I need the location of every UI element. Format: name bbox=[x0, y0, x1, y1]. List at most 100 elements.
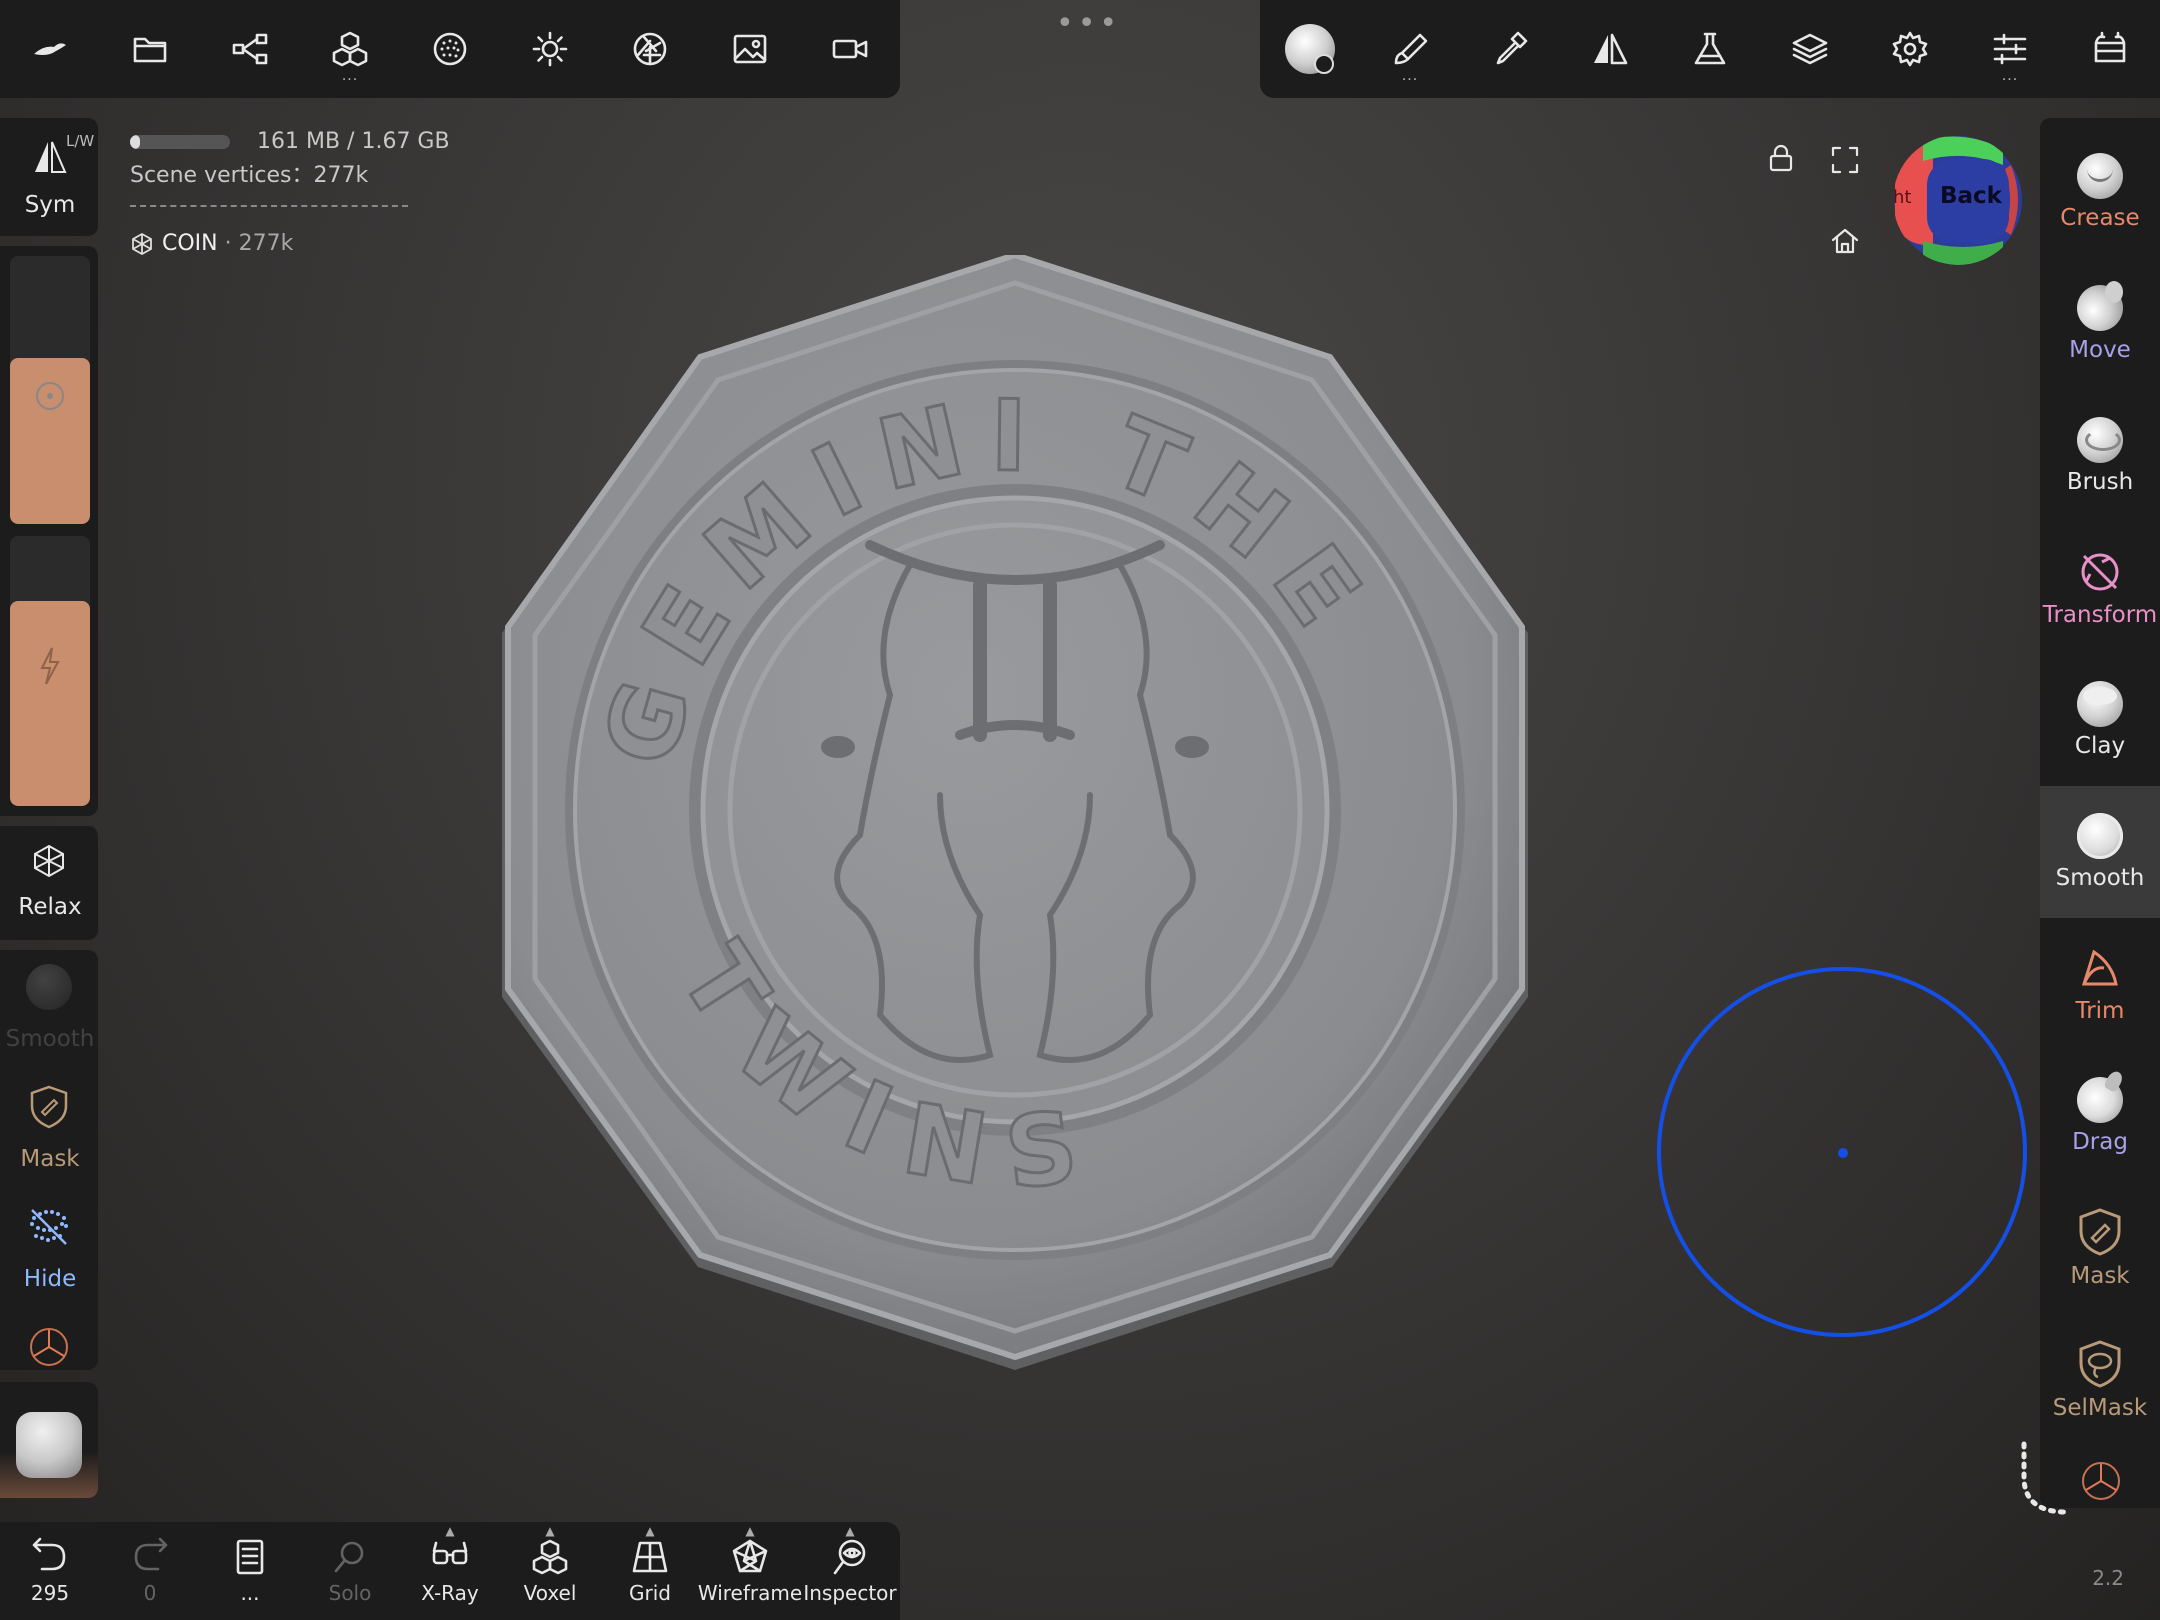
material-cube-icon bbox=[16, 1412, 82, 1478]
scene-graph-icon[interactable] bbox=[200, 0, 300, 98]
tool-mask[interactable]: Mask bbox=[2040, 1182, 2160, 1314]
image-icon[interactable] bbox=[700, 0, 800, 98]
lw-label: L/W bbox=[66, 132, 95, 150]
tool-drag[interactable]: Drag bbox=[2040, 1050, 2160, 1182]
camera-icon[interactable] bbox=[800, 0, 900, 98]
stroke-curve-icon[interactable] bbox=[2016, 1440, 2096, 1520]
layers-icon[interactable] bbox=[1760, 0, 1860, 98]
bottom-button-label: 0 bbox=[143, 1581, 157, 1605]
material-sphere-icon[interactable] bbox=[400, 0, 500, 98]
tool-crease[interactable]: Crease bbox=[2040, 126, 2160, 258]
quick-tools: Smooth Mask Hide bbox=[0, 950, 98, 1370]
bottom-button-voxel[interactable]: ▲ Voxel bbox=[500, 1522, 600, 1620]
undo-icon bbox=[30, 1537, 70, 1577]
relax-mesh-icon bbox=[34, 844, 64, 878]
tool-brush[interactable]: Brush bbox=[2040, 390, 2160, 522]
memory-text: 161 MB / 1.67 GB bbox=[257, 129, 450, 154]
tool-smooth[interactable]: Smooth bbox=[2040, 786, 2160, 918]
sliders-more: ... bbox=[2001, 68, 2019, 84]
mesh-icon bbox=[130, 232, 154, 256]
settings-icon[interactable] bbox=[1860, 0, 1960, 98]
intensity-slider[interactable] bbox=[10, 536, 90, 806]
tool-label: Crease bbox=[2060, 205, 2140, 231]
xray-icon bbox=[430, 1537, 470, 1577]
bottom-button-xray[interactable]: ▲ X-Ray bbox=[400, 1522, 500, 1620]
pipette-icon[interactable] bbox=[1460, 0, 1560, 98]
tool-label: SelMask bbox=[2052, 1395, 2148, 1421]
bottom-button-label: 295 bbox=[30, 1581, 70, 1605]
selmask-icon bbox=[2076, 1339, 2124, 1389]
mask-quick-button[interactable]: Mask bbox=[0, 1084, 98, 1184]
tool-label: Transform bbox=[2042, 602, 2158, 628]
scene-vertices: Scene vertices：277k bbox=[130, 163, 369, 188]
hide-quick-button[interactable]: Hide bbox=[0, 1204, 98, 1304]
bottom-button-solo[interactable]: Solo bbox=[300, 1522, 400, 1620]
bottom-button-grid[interactable]: ▲ Grid bbox=[600, 1522, 700, 1620]
fullscreen-icon[interactable] bbox=[1830, 145, 1860, 175]
bottom-toolbar: 295 0... Solo ▲ X-Ray ▲ Voxel ▲ Grid ▲ Wireframe ▲ I… bbox=[0, 1522, 900, 1620]
bottom-button-inspector[interactable]: ▲ Inspector bbox=[800, 1522, 900, 1620]
bottom-button-wireframe[interactable]: ▲ Wireframe bbox=[698, 1522, 802, 1620]
crease-sphere-icon bbox=[2077, 153, 2123, 199]
sliders-icon[interactable]: ... bbox=[1960, 0, 2060, 98]
mask-shield-icon bbox=[2076, 1207, 2124, 1257]
redo-icon bbox=[130, 1537, 170, 1577]
tool-trim[interactable]: Trim bbox=[2040, 918, 2160, 1050]
bottom-button-label: X-Ray bbox=[421, 1581, 479, 1605]
tool-label: Smooth bbox=[2055, 865, 2145, 891]
move-sphere-icon bbox=[2077, 281, 2123, 331]
tool-clay[interactable]: Clay bbox=[2040, 654, 2160, 786]
object-row[interactable]: COIN · 277k bbox=[130, 227, 450, 261]
flask-icon[interactable] bbox=[1660, 0, 1760, 98]
folder-icon[interactable] bbox=[100, 0, 200, 98]
version-label: 2.2 bbox=[2092, 1566, 2124, 1590]
scene-info: 161 MB / 1.67 GB Scene vertices：277k COI… bbox=[130, 125, 450, 261]
lock-icon[interactable] bbox=[1766, 143, 1796, 173]
coin-model[interactable]: GEMINI THE TWINS bbox=[470, 255, 1560, 1375]
trim-icon bbox=[2076, 944, 2124, 992]
bottom-button-redo[interactable]: 0 bbox=[100, 1522, 200, 1620]
paintbrush-icon[interactable]: ... bbox=[1360, 0, 1460, 98]
gizmo-axes-icon[interactable] bbox=[26, 1324, 72, 1368]
lightning-icon bbox=[40, 647, 60, 685]
primitives-icon[interactable]: ... bbox=[300, 0, 400, 98]
hide-icon bbox=[30, 1209, 68, 1245]
brush-sliders bbox=[0, 246, 98, 816]
material-preview-button[interactable] bbox=[0, 1382, 98, 1498]
tool-label: Clay bbox=[2074, 733, 2126, 759]
paint-more: ... bbox=[1401, 68, 1419, 84]
bottom-button-history[interactable]: ... bbox=[200, 1522, 300, 1620]
tool-transform[interactable]: Transform bbox=[2040, 522, 2160, 654]
brush-tools-panel: Crease Move Brush Transform Clay Smooth Trim Dr… bbox=[2040, 118, 2160, 1508]
memory-bar-fill bbox=[130, 135, 140, 149]
more-menu-dots[interactable]: ••• bbox=[1056, 6, 1121, 41]
radius-slider[interactable] bbox=[10, 256, 90, 524]
tool-selmask[interactable]: SelMask bbox=[2040, 1314, 2160, 1446]
grid-icon bbox=[630, 1537, 670, 1577]
brush-cursor-center bbox=[1838, 1148, 1848, 1158]
nomad-logo-icon[interactable] bbox=[0, 0, 100, 98]
aperture-icon[interactable] bbox=[600, 0, 700, 98]
bottom-button-undo[interactable]: 295 bbox=[0, 1522, 100, 1620]
expand-caret-icon: ▲ bbox=[445, 1524, 455, 1538]
bottom-button-label: ... bbox=[240, 1581, 260, 1605]
relax-button[interactable]: Relax bbox=[0, 826, 98, 940]
light-icon[interactable] bbox=[500, 0, 600, 98]
voxel-icon bbox=[530, 1537, 570, 1577]
clay-sphere-icon bbox=[2077, 681, 2123, 727]
expand-caret-icon: ▲ bbox=[745, 1524, 755, 1538]
gizmo-back-face: Back bbox=[1940, 183, 2002, 209]
tool-label: Move bbox=[2069, 337, 2131, 363]
view-cube-gizmo[interactable]: Back ht bbox=[1893, 135, 2023, 265]
expand-caret-icon: ▲ bbox=[645, 1524, 655, 1538]
sym-button[interactable]: L/W Sym bbox=[0, 118, 98, 236]
home-view-icon[interactable] bbox=[1830, 226, 1860, 256]
radius-icon bbox=[36, 382, 64, 410]
stage-icon[interactable] bbox=[2060, 0, 2160, 98]
smooth-quick-button[interactable]: Smooth bbox=[0, 964, 98, 1064]
current-brush-icon[interactable] bbox=[1260, 0, 1360, 98]
top-left-toolbar: ... bbox=[0, 0, 900, 98]
tool-move[interactable]: Move bbox=[2040, 258, 2160, 390]
bottom-button-label: Solo bbox=[328, 1581, 372, 1605]
symmetry-icon[interactable] bbox=[1560, 0, 1660, 98]
